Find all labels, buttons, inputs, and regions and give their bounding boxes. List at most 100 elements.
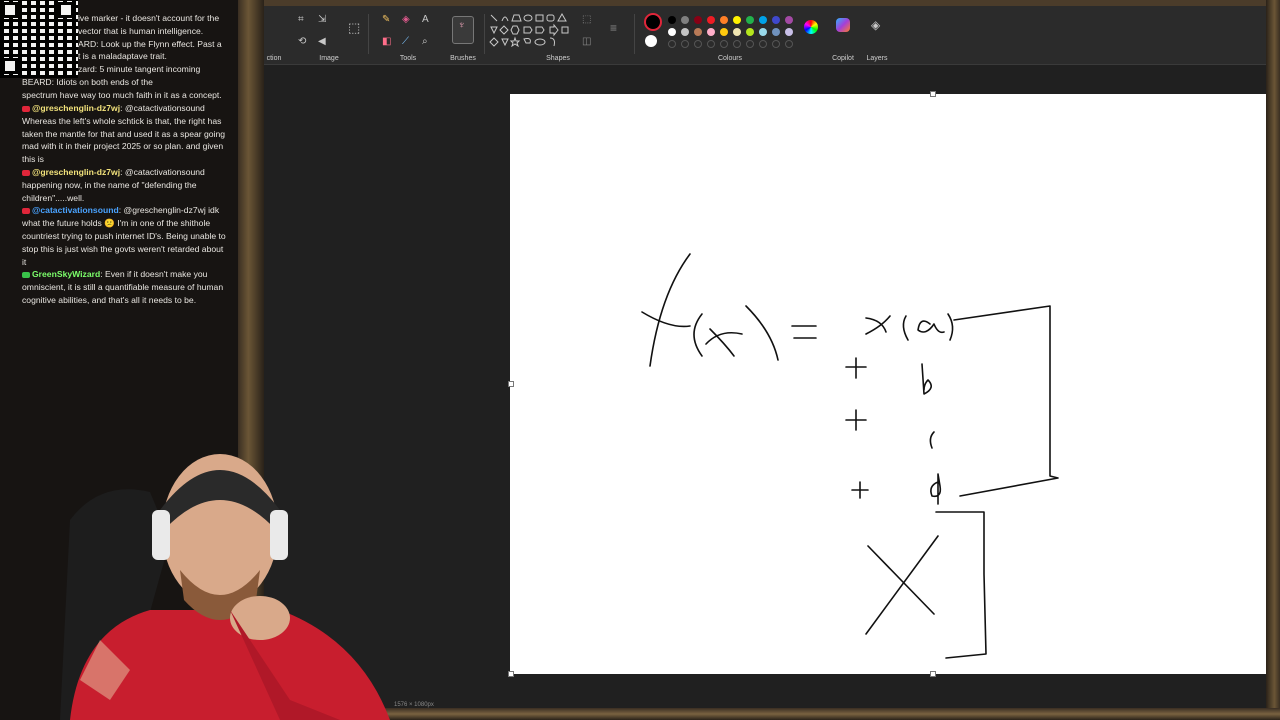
chat-text: : @catactivationsound	[120, 166, 205, 177]
chat-text: Whereas the left's whole schtick is that…	[22, 115, 222, 126]
chat-message: @greschenglin-dz7wj: @catactivationsound…	[0, 166, 238, 204]
color-swatch[interactable]	[707, 28, 715, 36]
custom-color-slot[interactable]	[746, 40, 754, 48]
color-swatch[interactable]	[746, 28, 754, 36]
color-swatch[interactable]	[759, 16, 767, 24]
chat-text: taken the mantle for that and used it as…	[22, 128, 226, 139]
chat-username: @greschenglin-dz7wj	[32, 103, 121, 113]
edit-colors-icon[interactable]	[804, 20, 818, 34]
group-label: Colours	[717, 55, 743, 62]
custom-color-slot[interactable]	[668, 40, 676, 48]
brush-button[interactable]: ♆	[452, 16, 474, 44]
webcam-feed	[40, 440, 440, 720]
group-label: Shapes	[546, 55, 570, 62]
secondary-color-swatch[interactable]	[645, 35, 657, 47]
magnifier-icon[interactable]: ⌕	[422, 36, 428, 48]
chat-username: @catactivationsound	[32, 205, 119, 216]
group-label: Image	[319, 55, 339, 62]
eraser-icon[interactable]: ◧	[382, 36, 391, 48]
shapes-gallery[interactable]	[488, 13, 574, 47]
youtube-badge-icon	[22, 208, 30, 215]
crop-icon[interactable]: ⌗	[298, 14, 304, 26]
ribbon-group-shapes: ⬚ ◫ ≡ Shapes	[488, 6, 628, 64]
stroke-size-icon[interactable]: ≡	[610, 22, 617, 34]
color-swatch[interactable]	[759, 28, 767, 36]
drawing-canvas[interactable]	[510, 94, 1266, 674]
primary-color-swatch[interactable]	[644, 13, 662, 31]
group-label: Tools	[399, 55, 417, 62]
ribbon-group-selection: ction	[264, 6, 284, 64]
color-swatch[interactable]	[707, 16, 715, 24]
canvas-resize-handle-left[interactable]	[508, 381, 514, 387]
chat-text: omniscient, it is still a quantifiable m…	[22, 282, 224, 293]
group-label: Copilot	[832, 55, 854, 62]
chat-text: : @catactivationsound	[120, 103, 205, 113]
chat-message: @catactivationsound: @greschenglin-dz7wj…	[0, 204, 238, 268]
custom-color-slot[interactable]	[707, 40, 715, 48]
chat-line: ARD: Look up the Flynn effect. Past a	[78, 38, 222, 49]
chat-line: t is a maladaptave trait.	[78, 51, 167, 62]
chat-line: ive marker - it doesn't account for the	[78, 13, 220, 23]
chat-text: stop this is just wish the govts weren't…	[22, 243, 224, 254]
color-swatch[interactable]	[733, 16, 741, 24]
color-swatch[interactable]	[694, 28, 702, 36]
chat-message: GreenSkyWizard: Even if it doesn't make …	[0, 268, 238, 306]
custom-color-slot[interactable]	[772, 40, 780, 48]
group-label: Layers	[866, 55, 888, 62]
custom-color-slot[interactable]	[759, 40, 767, 48]
chat-text: it	[22, 256, 27, 267]
chat-username: @greschenglin-dz7wj	[32, 166, 121, 177]
canvas-resize-handle-top[interactable]	[930, 91, 936, 97]
resize-icon[interactable]: ⇲	[318, 14, 326, 26]
layers-icon[interactable]: ◈	[871, 19, 880, 31]
fill-bucket-icon[interactable]: ◈	[402, 14, 410, 26]
canvas-resize-handle-bottom-left[interactable]	[508, 671, 514, 677]
color-swatch[interactable]	[681, 16, 689, 24]
custom-color-slot[interactable]	[720, 40, 728, 48]
color-swatch[interactable]	[785, 16, 793, 24]
ribbon-divider	[484, 14, 485, 54]
color-swatch[interactable]	[681, 28, 689, 36]
custom-color-slot[interactable]	[785, 40, 793, 48]
fill-icon[interactable]: ◫	[582, 36, 591, 48]
canvas-resize-handle-bottom[interactable]	[930, 671, 936, 677]
select-icon[interactable]: ⬚	[348, 21, 360, 34]
ribbon-group-image: ⌗ ⇲ ⬚ ⟲ ◀ Image	[294, 6, 364, 64]
color-swatch[interactable]	[694, 16, 702, 24]
color-picker-icon[interactable]: ⟋	[402, 36, 409, 48]
paint-ribbon: ction ⌗ ⇲ ⬚ ⟲ ◀ Image ✎ ◈ A ◧ ⟋ ⌕ Tools …	[264, 6, 1266, 65]
color-swatch[interactable]	[733, 28, 741, 36]
custom-color-slot[interactable]	[681, 40, 689, 48]
chat-text: what the future holds 😕 I'm in one of th…	[22, 218, 211, 229]
group-label: Brushes	[450, 55, 476, 62]
color-swatch[interactable]	[720, 28, 728, 36]
overlay-frame-right	[1266, 0, 1280, 720]
color-swatch[interactable]	[772, 28, 780, 36]
text-icon[interactable]: A	[422, 14, 429, 26]
flip-icon[interactable]: ◀	[318, 36, 326, 48]
ribbon-group-brushes: ♆ Brushes	[448, 6, 478, 64]
youtube-badge-icon	[22, 105, 30, 112]
chat-line: spectrum have way too much faith in it a…	[22, 89, 222, 100]
ribbon-group-layers: ◈ Layers	[862, 6, 892, 64]
copilot-icon[interactable]	[836, 18, 850, 32]
ribbon-group-tools: ✎ ◈ A ◧ ⟋ ⌕ Tools	[376, 6, 440, 64]
color-swatch[interactable]	[772, 16, 780, 24]
color-swatch[interactable]	[720, 16, 728, 24]
brush-icon: ♆	[458, 20, 466, 31]
chat-text: countriest trying to push internet ID's.…	[22, 230, 226, 241]
color-swatch[interactable]	[668, 16, 676, 24]
outline-icon[interactable]: ⬚	[582, 14, 591, 26]
custom-color-slot[interactable]	[733, 40, 741, 48]
chat-text: mad with it in their project 2025 or so …	[22, 141, 224, 152]
color-swatch[interactable]	[668, 28, 676, 36]
rotate-icon[interactable]: ⟲	[298, 36, 306, 48]
color-swatch[interactable]	[746, 16, 754, 24]
handwritten-drawing	[641, 253, 1059, 659]
custom-color-slot[interactable]	[694, 40, 702, 48]
pencil-icon[interactable]: ✎	[382, 14, 390, 26]
chat-text: this is	[22, 154, 44, 165]
chat-username: GreenSkyWizard	[32, 269, 101, 280]
color-swatch[interactable]	[785, 28, 793, 36]
chat-text: cognitive abilities, and that's all it n…	[22, 294, 197, 305]
